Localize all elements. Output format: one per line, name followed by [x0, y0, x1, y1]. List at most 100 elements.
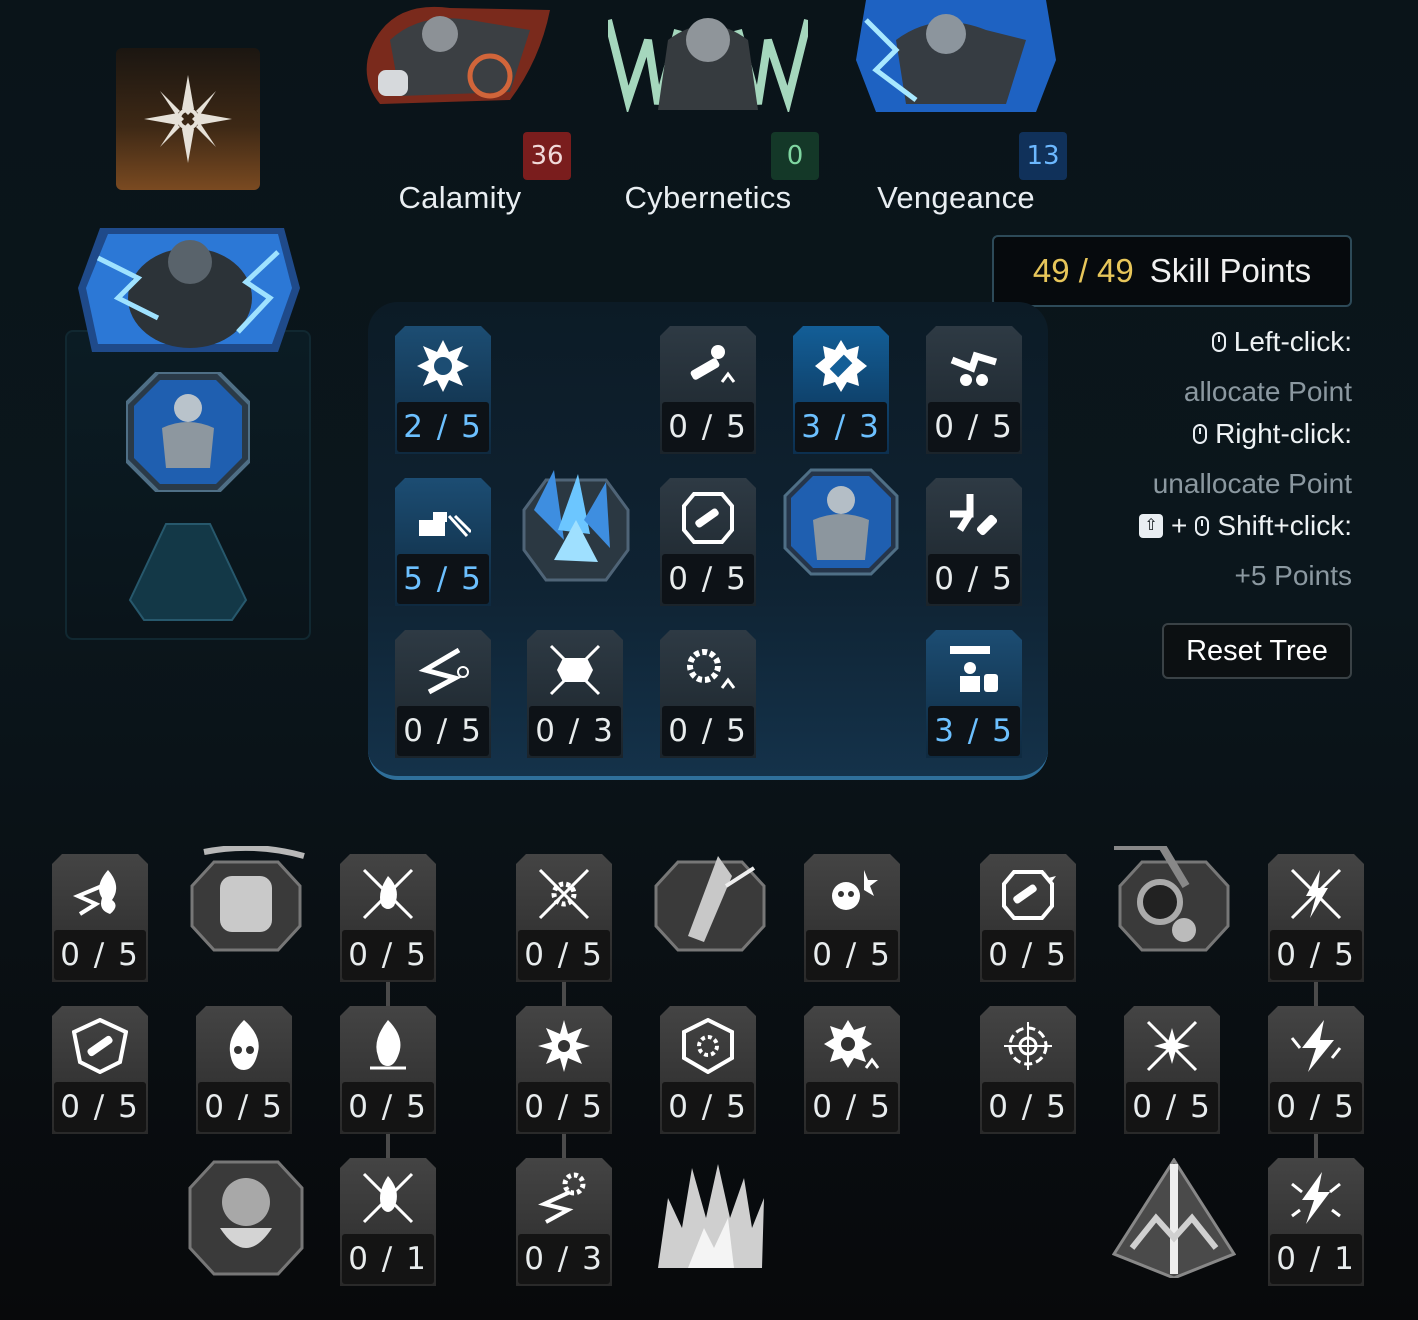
class-emblem-icon: [144, 75, 232, 163]
skill-node[interactable]: 0 / 5: [926, 326, 1022, 454]
skill-node[interactable]: 0 / 5: [1268, 854, 1364, 982]
tab-vengeance-label: Vengeance: [877, 180, 1035, 215]
skill-node[interactable]: 0 / 5: [516, 854, 612, 982]
skill-node[interactable]: 3 / 5: [926, 630, 1022, 758]
locked-slot: [128, 520, 248, 624]
vengeance-points-badge: 13: [1019, 132, 1067, 180]
berserker-capstone-node[interactable]: [184, 1158, 308, 1278]
skill-node[interactable]: 0 / 5: [52, 854, 148, 982]
hero-capstone-node[interactable]: [779, 462, 903, 582]
skill-node[interactable]: 0 / 5: [395, 630, 491, 758]
vengeance-key-skill-icon[interactable]: [124, 370, 252, 494]
shift-key-icon: ⇧: [1139, 514, 1164, 538]
crossed-arms-icon: [950, 351, 998, 386]
skull-cog-icon: [824, 1020, 880, 1069]
skill-node[interactable]: 3 / 3: [793, 326, 889, 454]
shield-weapon-icon: [72, 1018, 128, 1074]
blade-capstone-node[interactable]: [648, 846, 772, 966]
crossed-flame-icon: [362, 1172, 414, 1224]
skill-points-value: 49 / 49: [1032, 252, 1134, 289]
cog-strike-icon: [538, 1172, 586, 1224]
mouse-icon: [1195, 516, 1210, 536]
lifted-figure-icon: [950, 646, 998, 692]
skill-points-display: 49 / 49 Skill Points: [992, 235, 1352, 307]
tree-connector: [562, 980, 566, 1008]
skill-node[interactable]: 0 / 5: [660, 630, 756, 758]
skill-node[interactable]: 0 / 3: [527, 630, 623, 758]
tab-cybernetics[interactable]: 0 Cybernetics: [608, 0, 828, 215]
skill-node[interactable]: 0 / 5: [660, 478, 756, 606]
tab-vengeance[interactable]: 13 Vengeance: [856, 0, 1076, 215]
tree-connector: [1314, 980, 1318, 1008]
burning-skull-icon: [229, 1020, 259, 1070]
tree-connector: [562, 1132, 566, 1160]
tab-calamity-label: Calamity: [398, 180, 522, 215]
crystal-capstone-node[interactable]: [514, 470, 638, 590]
fire-strike-icon: [72, 870, 117, 916]
cybernetics-portrait: [608, 18, 808, 112]
flame-icon: [370, 1020, 406, 1070]
class-emblem[interactable]: [116, 48, 260, 190]
storm-capstone-node[interactable]: [1111, 1157, 1237, 1280]
skill-node[interactable]: 0 / 5: [340, 854, 436, 982]
fist-icon: [190, 844, 305, 952]
vengeance-banner-portrait[interactable]: [78, 228, 300, 352]
crossed-fire-icon: [362, 868, 414, 920]
skill-node[interactable]: 0 / 5: [196, 1006, 292, 1134]
lightning-icon: [1290, 1020, 1342, 1072]
crossed-spark-icon: [1146, 1020, 1198, 1072]
help-left-click: Left-click:: [1211, 326, 1352, 358]
rocket-upgrade-icon: [690, 345, 736, 383]
skill-node[interactable]: 0 / 1: [1268, 1158, 1364, 1286]
calamity-points-badge: 36: [523, 132, 571, 180]
calamity-portrait: [366, 6, 550, 104]
skill-node[interactable]: 0 / 5: [980, 1006, 1076, 1134]
skill-node[interactable]: 0 / 5: [660, 1006, 756, 1134]
skill-node[interactable]: 5 / 5: [395, 478, 491, 606]
skill-node[interactable]: 0 / 5: [52, 1006, 148, 1134]
skill-node[interactable]: 0 / 5: [1124, 1006, 1220, 1134]
skill-node[interactable]: 0 / 1: [340, 1158, 436, 1286]
skill-node[interactable]: 0 / 5: [926, 478, 1022, 606]
warrior-icon: [783, 468, 899, 576]
tab-calamity[interactable]: 36 Calamity: [360, 0, 580, 215]
ice-crystal-icon: [522, 470, 630, 582]
reset-tree-button[interactable]: Reset Tree: [1162, 623, 1352, 679]
sawblade-icon: [815, 340, 867, 392]
inferno-icon: [658, 1164, 764, 1268]
help-shift-desc: +5 Points: [1234, 560, 1352, 591]
cannon-capstone-node[interactable]: [1112, 842, 1236, 966]
skill-points-label: Skill Points: [1149, 252, 1312, 289]
turret-icon: [419, 512, 471, 538]
skill-node[interactable]: 0 / 5: [340, 1006, 436, 1134]
skill-node[interactable]: 0 / 5: [804, 1006, 900, 1134]
skill-node[interactable]: 0 / 5: [1268, 1006, 1364, 1134]
tab-cybernetics-label: Cybernetics: [624, 180, 792, 215]
help-right-click: Right-click:: [1193, 418, 1352, 450]
help-right-desc: unallocate Point: [1152, 468, 1352, 499]
shield-rocket-icon: [682, 492, 734, 544]
skill-node[interactable]: 0 / 5: [660, 326, 756, 454]
fist-capstone-node[interactable]: [184, 844, 308, 966]
flame-capstone-node[interactable]: [648, 1158, 772, 1278]
lightning-burst-icon: [1291, 1172, 1341, 1224]
help-shift-click: ⇧ + Shift+click:: [1139, 510, 1352, 542]
cannon-arm-icon: [1114, 842, 1230, 952]
mouse-icon: [1211, 332, 1226, 352]
storm-blade-icon: [1111, 1157, 1237, 1280]
crossed-rockets-icon: [549, 644, 601, 696]
tree-connector: [1314, 1132, 1318, 1160]
spiked-cog-icon: [538, 1020, 590, 1072]
crossed-lightning-icon: [1290, 868, 1342, 920]
vengeance-portrait: [856, 0, 1056, 112]
skill-node[interactable]: 0 / 5: [516, 1006, 612, 1134]
skill-node[interactable]: 0 / 5: [804, 854, 900, 982]
mouse-icon: [1193, 424, 1208, 444]
cog-upgrade-icon: [687, 649, 736, 689]
skill-node[interactable]: 0 / 3: [516, 1158, 612, 1286]
skill-node[interactable]: 0 / 5: [980, 854, 1076, 982]
cybernetics-points-badge: 0: [771, 132, 819, 180]
tree-connector: [386, 980, 390, 1008]
shield-cog-icon: [682, 1018, 734, 1074]
skill-node[interactable]: 2 / 5: [395, 326, 491, 454]
